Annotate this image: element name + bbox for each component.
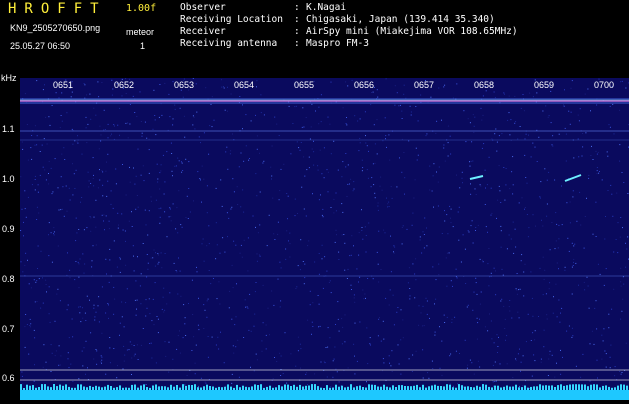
- y-tick-label: 0.9: [2, 224, 15, 234]
- info-key: Receiving Location: [180, 14, 294, 26]
- info-value: Maspro FM-3: [306, 38, 369, 50]
- spectrogram-canvas: [20, 78, 629, 400]
- mode-value: 1: [140, 41, 145, 51]
- y-axis-unit: kHz: [1, 73, 17, 83]
- info-row-location: Receiving Location:Chigasaki, Japan (139…: [180, 14, 518, 26]
- info-row-antenna: Receiving antenna:Maspro FM-3: [180, 38, 518, 50]
- info-value: Chigasaki, Japan (139.414 35.340): [306, 14, 495, 26]
- station-info: Observer:K.Nagai Receiving Location:Chig…: [180, 2, 518, 50]
- info-value: AirSpy mini (Miakejima VOR 108.65MHz): [306, 26, 518, 38]
- header-panel: HROFFT 1.00f KN9_2505270650.png 25.05.27…: [0, 0, 629, 78]
- filename-label: KN9_2505270650.png: [10, 23, 100, 33]
- time-tick-label: 0659: [534, 80, 554, 90]
- time-tick-label: 0652: [114, 80, 134, 90]
- info-key: Receiver: [180, 26, 294, 38]
- y-tick-label: 1.1: [2, 124, 15, 134]
- signal-strip: [20, 390, 629, 400]
- info-row-observer: Observer:K.Nagai: [180, 2, 518, 14]
- info-row-receiver: Receiver:AirSpy mini (Miakejima VOR 108.…: [180, 26, 518, 38]
- y-tick-label: 1.0: [2, 174, 15, 184]
- app-version: 1.00f: [126, 3, 156, 14]
- y-tick-label: 0.8: [2, 274, 15, 284]
- time-tick-label: 0658: [474, 80, 494, 90]
- timestamp-label: 25.05.27 06:50: [10, 41, 70, 51]
- time-tick-label: 0653: [174, 80, 194, 90]
- time-tick-label: 0657: [414, 80, 434, 90]
- time-tick-label: 0654: [234, 80, 254, 90]
- time-tick-label: 0655: [294, 80, 314, 90]
- y-tick-label: 0.6: [2, 373, 15, 383]
- time-tick-label: 0651: [53, 80, 73, 90]
- spectrogram: [20, 78, 629, 400]
- info-value: K.Nagai: [306, 2, 346, 14]
- mode-label: meteor: [126, 27, 154, 37]
- time-tick-label: 0656: [354, 80, 374, 90]
- app-brand: HROFFT: [8, 1, 107, 17]
- y-tick-label: 0.7: [2, 324, 15, 334]
- info-key: Observer: [180, 2, 294, 14]
- info-key: Receiving antenna: [180, 38, 294, 50]
- time-tick-label: 0700: [594, 80, 614, 90]
